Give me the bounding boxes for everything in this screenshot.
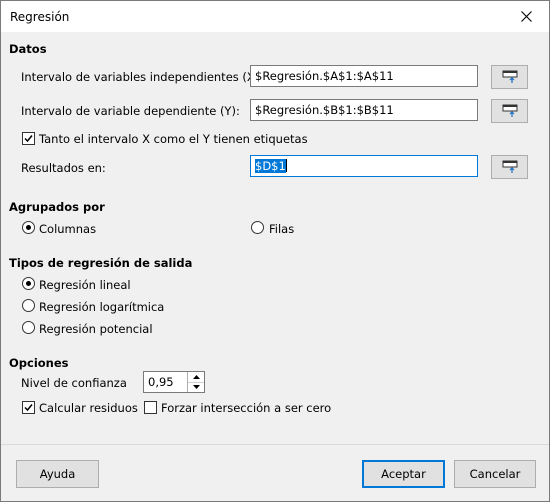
button-area-separator <box>1 444 549 445</box>
regression-types-heading: Tipos de regresión de salida <box>9 256 193 270</box>
dependent-range-shrink-button[interactable] <box>491 99 528 123</box>
shrink-range-icon <box>502 160 517 173</box>
independent-range-input[interactable]: $Regresión.$A$1:$A$11 <box>250 65 478 87</box>
power-regression-label[interactable]: Regresión potencial <box>39 322 153 336</box>
log-regression-radio[interactable] <box>22 299 35 312</box>
results-shrink-button[interactable] <box>491 155 528 179</box>
confidence-level-label: Nivel de confianza <box>21 376 127 390</box>
independent-range-label: Intervalo de variables independientes (X… <box>21 70 264 84</box>
rows-radio-label[interactable]: Filas <box>269 222 294 236</box>
radio-selected-dot <box>26 281 31 286</box>
results-input[interactable]: $D$1 <box>250 155 478 177</box>
linear-regression-label[interactable]: Regresión lineal <box>39 278 131 292</box>
cancel-button-label: Cancelar <box>469 467 521 481</box>
help-button[interactable]: Ayuda <box>16 460 99 488</box>
linear-regression-radio[interactable] <box>22 277 35 290</box>
ok-button-label: Aceptar <box>381 467 426 481</box>
options-heading: Opciones <box>9 356 69 370</box>
labels-checkbox-label[interactable]: Tanto el intervalo X como el Y tienen et… <box>39 132 308 146</box>
checkmark-icon <box>24 135 33 143</box>
results-input-value: $D$1 <box>255 159 286 173</box>
close-button[interactable] <box>503 1 549 32</box>
confidence-level-value: 0,95 <box>148 375 174 389</box>
dependent-range-label: Intervalo de variable dependiente (Y): <box>21 104 240 118</box>
residuals-checkbox-label[interactable]: Calcular residuos <box>39 401 138 415</box>
radio-selected-dot <box>26 225 31 230</box>
rows-radio[interactable] <box>251 221 264 234</box>
close-icon <box>520 11 532 22</box>
title-bar: Regresión <box>1 1 549 32</box>
grouped-by-heading: Agrupados por <box>9 200 105 214</box>
datos-heading: Datos <box>9 42 47 56</box>
text-cursor <box>285 159 287 172</box>
shrink-range-icon <box>502 104 517 117</box>
force-intercept-checkbox-label[interactable]: Forzar intersección a ser cero <box>161 401 331 415</box>
checkmark-icon <box>24 404 33 412</box>
help-button-label: Ayuda <box>39 467 76 481</box>
cancel-button[interactable]: Cancelar <box>454 460 536 488</box>
log-regression-label[interactable]: Regresión logarítmica <box>39 300 164 314</box>
labels-checkbox[interactable] <box>22 132 35 145</box>
columns-radio-label[interactable]: Columnas <box>39 222 96 236</box>
spin-up-icon <box>192 375 200 379</box>
columns-radio[interactable] <box>22 221 35 234</box>
power-regression-radio[interactable] <box>22 321 35 334</box>
spin-down-icon <box>192 385 200 389</box>
dependent-range-input[interactable]: $Regresión.$B$1:$B$11 <box>250 99 478 121</box>
spin-buttons <box>187 372 204 392</box>
shrink-range-icon <box>502 70 517 83</box>
regression-dialog: Regresión Datos Intervalo de variables i… <box>0 0 550 502</box>
ok-button[interactable]: Aceptar <box>362 460 445 488</box>
force-intercept-checkbox[interactable] <box>144 401 157 414</box>
spin-down-button[interactable] <box>188 382 204 392</box>
results-label: Resultados en: <box>21 161 106 175</box>
independent-range-shrink-button[interactable] <box>491 65 528 89</box>
residuals-checkbox[interactable] <box>22 401 35 414</box>
dialog-title: Regresión <box>10 10 70 24</box>
confidence-level-spinbox[interactable]: 0,95 <box>143 371 205 393</box>
